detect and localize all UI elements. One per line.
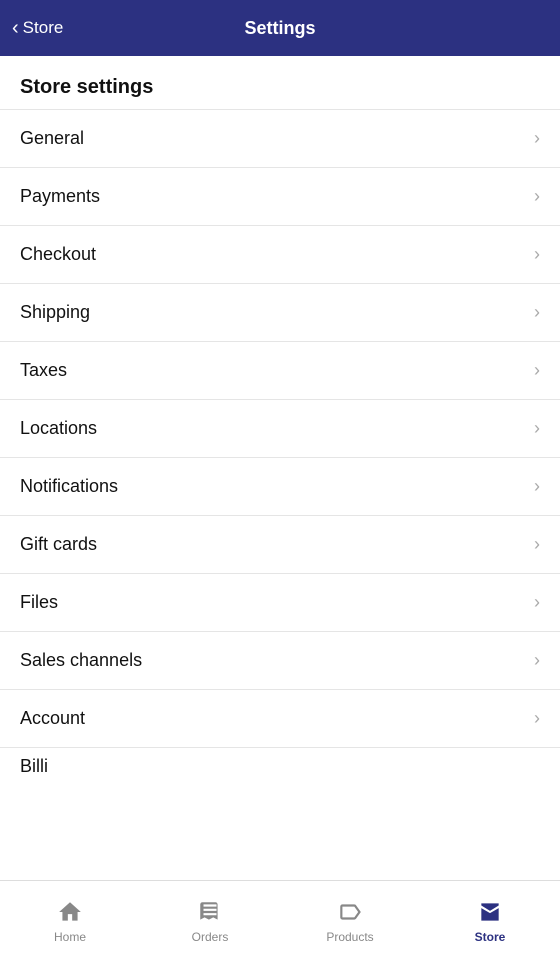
menu-item-label-shipping: Shipping — [20, 302, 90, 323]
chevron-right-icon: › — [534, 418, 540, 439]
nav-products-label: Products — [326, 930, 373, 944]
menu-item-files[interactable]: Files › — [0, 573, 560, 631]
section-title: Store settings — [0, 56, 560, 109]
menu-item-gift-cards[interactable]: Gift cards › — [0, 515, 560, 573]
menu-item-checkout[interactable]: Checkout › — [0, 225, 560, 283]
menu-item-payments[interactable]: Payments › — [0, 167, 560, 225]
back-label: Store — [23, 18, 64, 38]
chevron-right-icon: › — [534, 708, 540, 729]
nav-orders-label: Orders — [192, 930, 229, 944]
nav-store-label: Store — [475, 930, 506, 944]
chevron-right-icon: › — [534, 244, 540, 265]
menu-item-label-billing: Billi — [20, 756, 48, 777]
menu-item-notifications[interactable]: Notifications › — [0, 457, 560, 515]
menu-item-locations[interactable]: Locations › — [0, 399, 560, 457]
chevron-right-icon: › — [534, 650, 540, 671]
menu-item-label-payments: Payments — [20, 186, 100, 207]
nav-home-label: Home — [54, 930, 86, 944]
menu-item-label-locations: Locations — [20, 418, 97, 439]
menu-item-taxes[interactable]: Taxes › — [0, 341, 560, 399]
menu-item-billing[interactable]: Billi — [0, 747, 560, 784]
products-icon — [336, 898, 364, 926]
store-icon — [476, 898, 504, 926]
menu-item-sales-channels[interactable]: Sales channels › — [0, 631, 560, 689]
back-button[interactable]: ‹ Store — [12, 18, 63, 38]
back-chevron-icon: ‹ — [12, 18, 19, 38]
chevron-right-icon: › — [534, 476, 540, 497]
menu-item-label-files: Files — [20, 592, 58, 613]
menu-item-label-account: Account — [20, 708, 85, 729]
page-title: Settings — [244, 18, 315, 39]
header: ‹ Store Settings — [0, 0, 560, 56]
menu-item-account[interactable]: Account › — [0, 689, 560, 747]
orders-icon — [196, 898, 224, 926]
chevron-right-icon: › — [534, 534, 540, 555]
menu-item-general[interactable]: General › — [0, 109, 560, 167]
home-icon — [56, 898, 84, 926]
settings-content: Store settings General›Payments›Checkout… — [0, 56, 560, 864]
menu-item-label-general: General — [20, 128, 84, 149]
chevron-right-icon: › — [534, 128, 540, 149]
menu-item-shipping[interactable]: Shipping › — [0, 283, 560, 341]
chevron-right-icon: › — [534, 302, 540, 323]
nav-item-orders[interactable]: Orders — [140, 898, 280, 944]
chevron-right-icon: › — [534, 592, 540, 613]
menu-item-label-checkout: Checkout — [20, 244, 96, 265]
chevron-right-icon: › — [534, 360, 540, 381]
chevron-right-icon: › — [534, 186, 540, 207]
menu-item-label-notifications: Notifications — [20, 476, 118, 497]
nav-item-home[interactable]: Home — [0, 898, 140, 944]
menu-item-label-gift-cards: Gift cards — [20, 534, 97, 555]
menu-item-label-sales-channels: Sales channels — [20, 650, 142, 671]
nav-item-store[interactable]: Store — [420, 898, 560, 944]
menu-list: General›Payments›Checkout›Shipping›Taxes… — [0, 109, 560, 784]
menu-item-label-taxes: Taxes — [20, 360, 67, 381]
nav-item-products[interactable]: Products — [280, 898, 420, 944]
bottom-nav: Home Orders Products Store — [0, 880, 560, 960]
